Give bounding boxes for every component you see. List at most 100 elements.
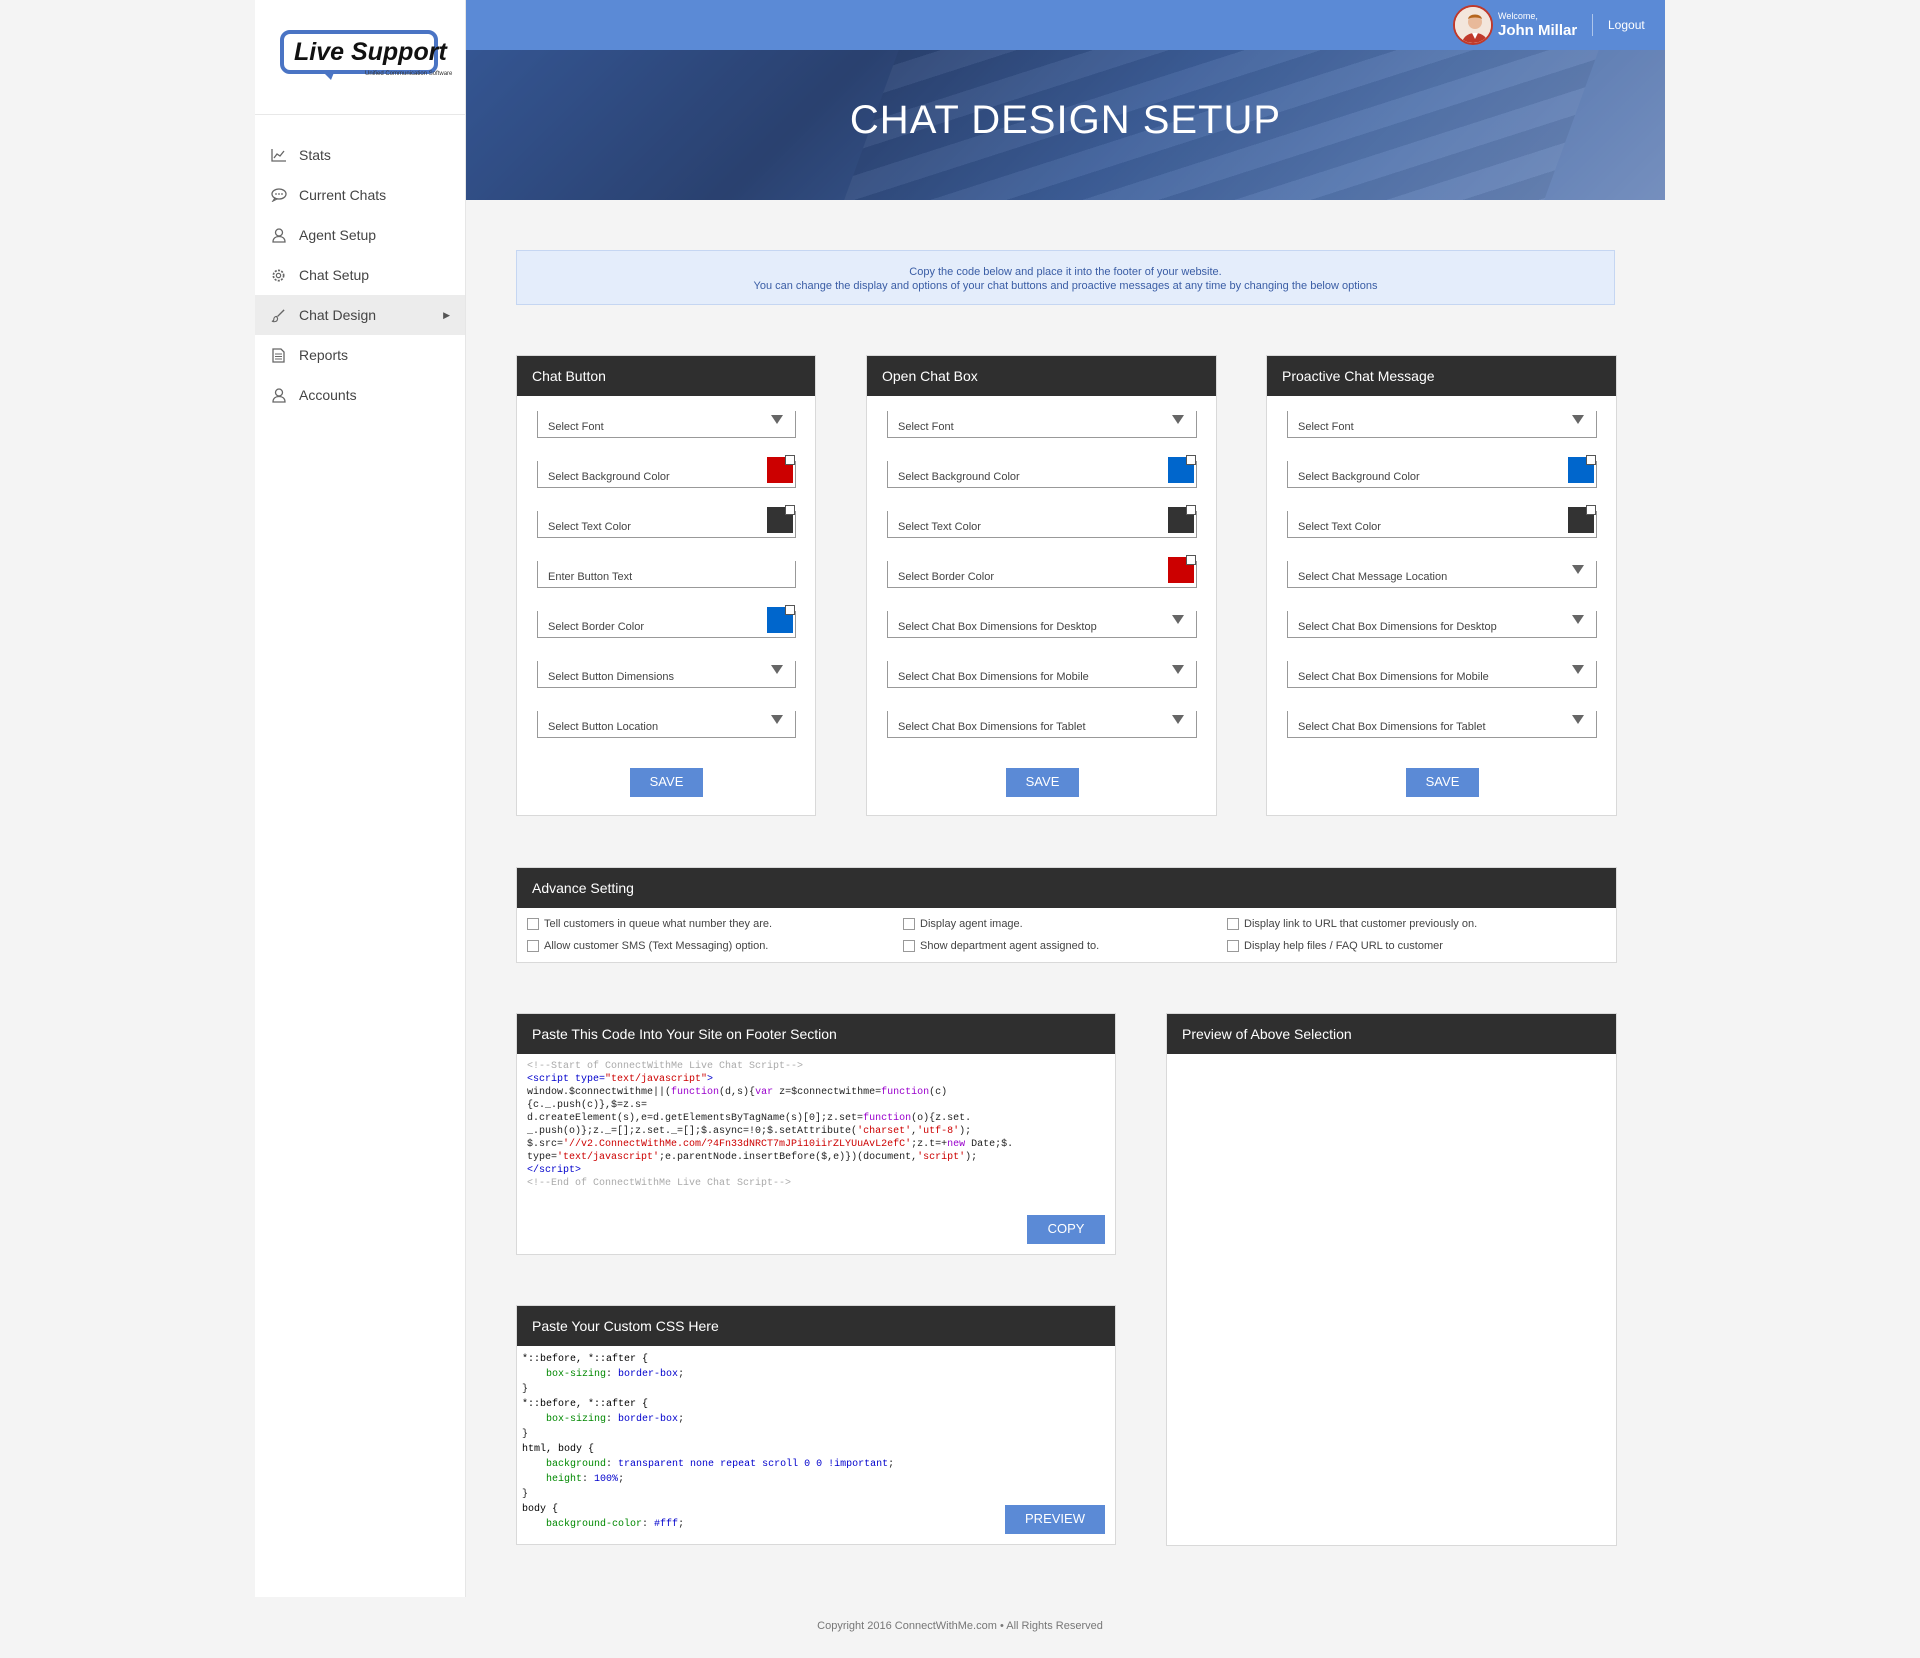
text-color-picker[interactable]: Select Text Color xyxy=(537,505,796,538)
color-swatch[interactable] xyxy=(1568,455,1596,483)
mobile-dimensions-dropdown[interactable]: Select Chat Box Dimensions for Mobile xyxy=(1287,661,1597,688)
text-color-picker[interactable]: Select Text Color xyxy=(1287,505,1597,538)
user-icon xyxy=(270,387,287,404)
button-dimensions-dropdown[interactable]: Select Button Dimensions xyxy=(537,661,796,688)
chevron-down-icon xyxy=(1172,715,1184,724)
option-label: Allow customer SMS (Text Messaging) opti… xyxy=(544,940,769,952)
sidebar-nav: Stats Current Chats Agent Setup Chat Set… xyxy=(255,135,465,415)
document-icon xyxy=(270,347,287,364)
sidebar-item-label: Reports xyxy=(299,347,349,363)
page-title: CHAT DESIGN SETUP xyxy=(849,98,1282,142)
proactive-message-panel: Proactive Chat Message Select Font Selec… xyxy=(1266,355,1617,816)
chevron-down-icon xyxy=(1572,615,1584,624)
button-location-dropdown[interactable]: Select Button Location xyxy=(537,711,796,738)
info-box: Copy the code below and place it into th… xyxy=(516,250,1615,305)
checkbox[interactable] xyxy=(527,918,539,930)
background-color-picker[interactable]: Select Background Color xyxy=(1287,455,1597,488)
sidebar-item-stats[interactable]: Stats xyxy=(255,135,465,175)
select-font-dropdown[interactable]: Select Font xyxy=(1287,411,1597,438)
button-text-input[interactable]: Enter Button Text xyxy=(537,561,796,588)
logout-link[interactable]: Logout xyxy=(1608,18,1645,32)
save-button[interactable]: SAVE xyxy=(1006,768,1079,797)
embed-code-block[interactable]: <!--Start of ConnectWithMe Live Chat Scr… xyxy=(527,1060,1013,1190)
text-color-picker[interactable]: Select Text Color xyxy=(887,505,1197,538)
select-font-dropdown[interactable]: Select Font xyxy=(887,411,1197,438)
desktop-dimensions-dropdown[interactable]: Select Chat Box Dimensions for Desktop xyxy=(1287,611,1597,638)
option-sms[interactable]: Allow customer SMS (Text Messaging) opti… xyxy=(527,940,768,952)
color-swatch[interactable] xyxy=(1568,505,1596,533)
footer-copyright: Copyright 2016 ConnectWithMe.com • All R… xyxy=(817,1620,1103,1632)
field-label: Select Chat Box Dimensions for Tablet xyxy=(1298,721,1486,733)
info-line-2: You can change the display and options o… xyxy=(753,280,1378,292)
field-placeholder: Enter Button Text xyxy=(548,571,633,583)
tablet-dimensions-dropdown[interactable]: Select Chat Box Dimensions for Tablet xyxy=(887,711,1197,738)
field-label: Select Border Color xyxy=(898,571,994,583)
option-label: Display help files / FAQ URL to customer xyxy=(1244,940,1443,952)
preview-button[interactable]: PREVIEW xyxy=(1005,1505,1105,1534)
border-color-picker[interactable]: Select Border Color xyxy=(887,555,1197,588)
desktop-dimensions-dropdown[interactable]: Select Chat Box Dimensions for Desktop xyxy=(887,611,1197,638)
chevron-down-icon xyxy=(771,415,783,424)
sidebar-item-label: Accounts xyxy=(299,387,357,403)
field-label: Select Font xyxy=(548,421,604,433)
field-label: Select Border Color xyxy=(548,621,644,633)
border-color-picker[interactable]: Select Border Color xyxy=(537,605,796,638)
background-color-picker[interactable]: Select Background Color xyxy=(887,455,1197,488)
tablet-dimensions-dropdown[interactable]: Select Chat Box Dimensions for Tablet xyxy=(1287,711,1597,738)
color-swatch[interactable] xyxy=(767,455,795,483)
sidebar-item-chat-design[interactable]: Chat Design ▶ xyxy=(255,295,465,335)
checkbox[interactable] xyxy=(1227,918,1239,930)
custom-css-editor[interactable]: *::before, *::after { box-sizing: border… xyxy=(522,1352,894,1532)
checkbox[interactable] xyxy=(527,940,539,952)
option-agent-image[interactable]: Display agent image. xyxy=(903,918,1023,930)
sidebar-item-reports[interactable]: Reports xyxy=(255,335,465,375)
field-label: Select Chat Box Dimensions for Mobile xyxy=(1298,671,1489,683)
color-swatch[interactable] xyxy=(1168,555,1196,583)
option-previous-url[interactable]: Display link to URL that customer previo… xyxy=(1227,918,1477,930)
color-swatch[interactable] xyxy=(1168,455,1196,483)
mobile-dimensions-dropdown[interactable]: Select Chat Box Dimensions for Mobile xyxy=(887,661,1197,688)
color-swatch[interactable] xyxy=(767,505,795,533)
panel-title: Paste Your Custom CSS Here xyxy=(517,1306,1115,1346)
field-label: Select Background Color xyxy=(898,471,1020,483)
brush-icon xyxy=(270,307,287,324)
checkbox[interactable] xyxy=(903,918,915,930)
option-department[interactable]: Show department agent assigned to. xyxy=(903,940,1099,952)
sidebar-item-current-chats[interactable]: Current Chats xyxy=(255,175,465,215)
color-swatch[interactable] xyxy=(767,605,795,633)
select-font-dropdown[interactable]: Select Font xyxy=(537,411,796,438)
chevron-down-icon xyxy=(1172,665,1184,674)
logo-tail xyxy=(321,70,335,80)
option-label: Display link to URL that customer previo… xyxy=(1244,918,1478,930)
sidebar-item-label: Stats xyxy=(299,147,331,163)
custom-css-panel: Paste Your Custom CSS Here *::before, *:… xyxy=(516,1305,1116,1545)
main-content: Welcome, John Millar Logout CHAT DESIGN … xyxy=(466,0,1665,1597)
option-label: Tell customers in queue what number they… xyxy=(544,918,773,930)
sidebar-item-chat-setup[interactable]: Chat Setup xyxy=(255,255,465,295)
sidebar-item-agent-setup[interactable]: Agent Setup xyxy=(255,215,465,255)
logo-text: Live Support xyxy=(294,38,447,66)
info-line-1: Copy the code below and place it into th… xyxy=(909,266,1222,278)
sidebar-item-accounts[interactable]: Accounts xyxy=(255,375,465,415)
option-help-files[interactable]: Display help files / FAQ URL to customer xyxy=(1227,940,1443,952)
chevron-down-icon xyxy=(771,715,783,724)
field-label: Select Chat Box Dimensions for Desktop xyxy=(1298,621,1497,633)
save-button[interactable]: SAVE xyxy=(630,768,703,797)
chat-bubble-icon xyxy=(270,187,287,204)
preview-panel: Preview of Above Selection xyxy=(1166,1013,1617,1546)
option-queue-number[interactable]: Tell customers in queue what number they… xyxy=(527,918,772,930)
chevron-down-icon xyxy=(1572,565,1584,574)
panel-title: Preview of Above Selection xyxy=(1167,1014,1616,1054)
copy-button[interactable]: COPY xyxy=(1027,1215,1105,1244)
avatar[interactable] xyxy=(1453,5,1493,45)
message-location-dropdown[interactable]: Select Chat Message Location xyxy=(1287,561,1597,588)
logo[interactable]: Live Support Unified Communication Softw… xyxy=(255,0,465,115)
save-button[interactable]: SAVE xyxy=(1406,768,1479,797)
color-swatch[interactable] xyxy=(1168,505,1196,533)
background-color-picker[interactable]: Select Background Color xyxy=(537,455,796,488)
chevron-down-icon xyxy=(771,665,783,674)
field-label: Select Chat Message Location xyxy=(1298,571,1448,583)
sidebar-item-label: Chat Setup xyxy=(299,267,370,283)
checkbox[interactable] xyxy=(903,940,915,952)
checkbox[interactable] xyxy=(1227,940,1239,952)
